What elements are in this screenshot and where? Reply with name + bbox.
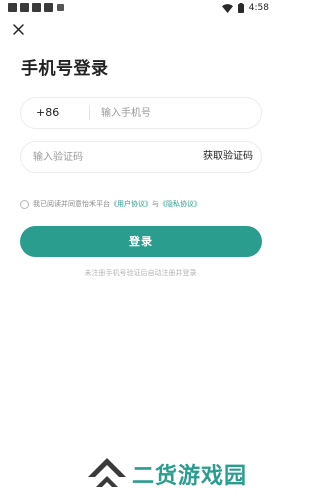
agreement-radio[interactable] (20, 199, 29, 209)
agreement-prefix: 我已阅读并同意怡禾平台 (33, 200, 110, 208)
chevron-logo-icon (88, 458, 126, 487)
login-button[interactable]: 登录 (20, 226, 262, 257)
country-code-selector[interactable]: +86 (36, 98, 59, 128)
wifi-icon (221, 3, 233, 13)
watermark-text: 二货游戏园 (132, 464, 248, 489)
field-divider (89, 106, 90, 120)
agreement-and: 与 (152, 200, 159, 208)
status-right: 4:58 (221, 0, 269, 16)
notification-square-icon (20, 3, 29, 12)
code-field: 获取验证码 (20, 141, 262, 173)
notification-square-icon (8, 3, 17, 12)
agreement-row: 我已阅读并同意怡禾平台 《用户协议》 与 《隐私协议》 (20, 198, 201, 210)
status-bar: 4:58 (0, 0, 281, 16)
code-input[interactable] (33, 142, 173, 172)
get-code-button[interactable]: 获取验证码 (203, 142, 253, 172)
status-time: 4:58 (248, 3, 269, 13)
small-square-icon (57, 4, 64, 11)
privacy-agreement-link[interactable]: 《隐私协议》 (159, 199, 201, 209)
close-icon (12, 23, 24, 35)
phone-input[interactable] (101, 98, 251, 128)
phone-field: +86 (20, 97, 262, 129)
register-hint: 未注册手机号验证后自动注册并登录 (84, 269, 197, 277)
close-button[interactable] (9, 20, 27, 38)
user-agreement-link[interactable]: 《用户协议》 (110, 199, 152, 209)
notification-square-icon (44, 3, 53, 12)
battery-icon (237, 3, 244, 13)
page-title: 手机号登录 (21, 59, 109, 79)
notification-square-icon (32, 3, 41, 12)
watermark: 二货游戏园 (86, 454, 247, 494)
